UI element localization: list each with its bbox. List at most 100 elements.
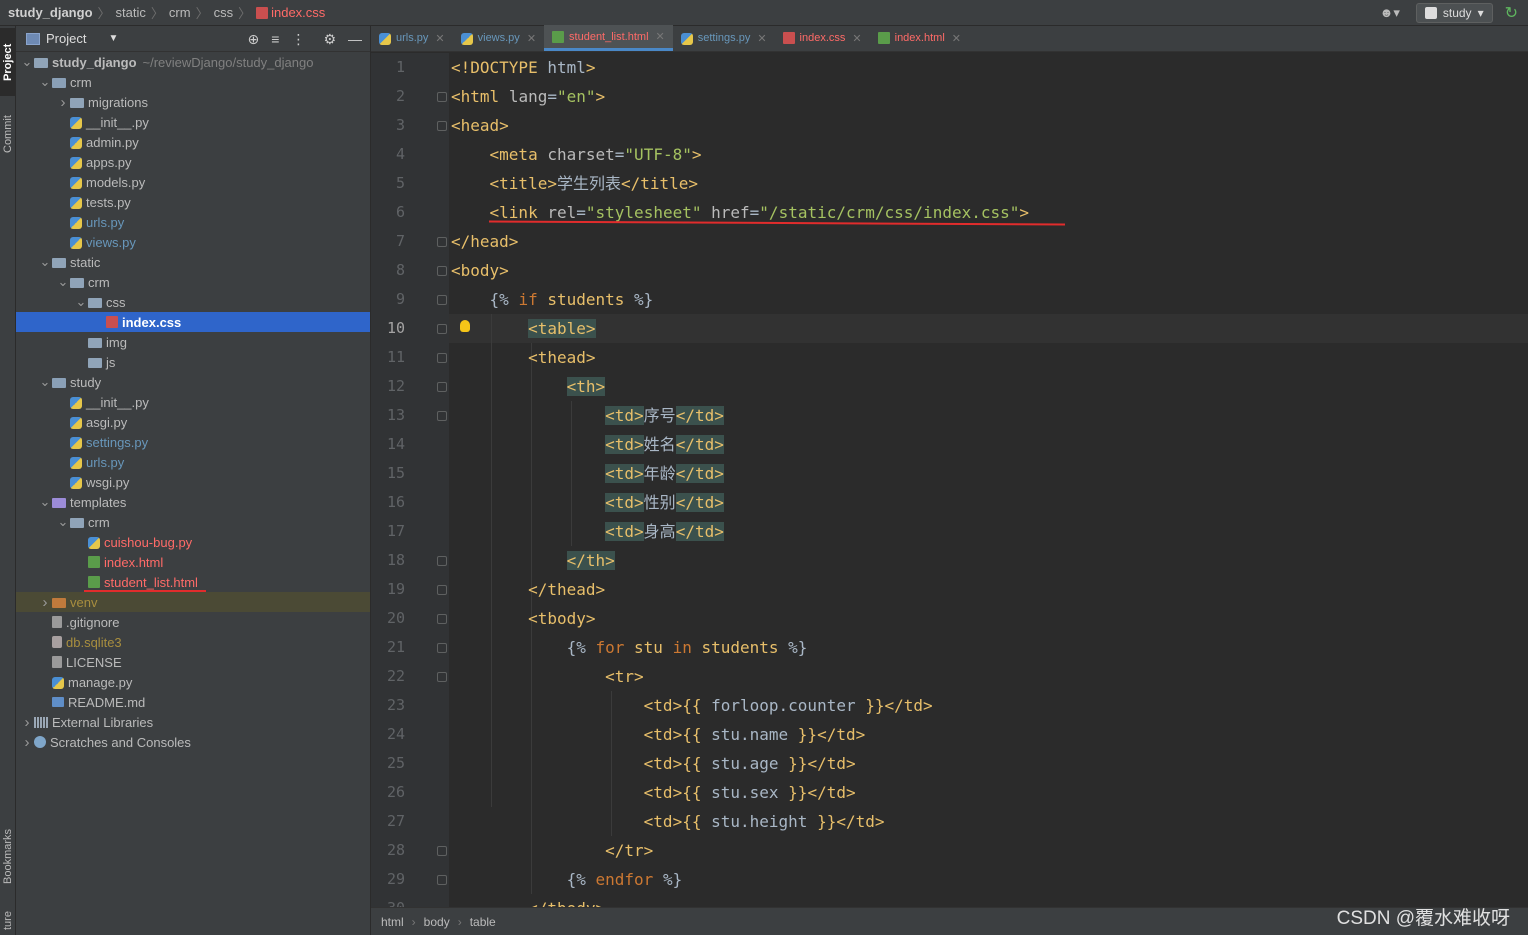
tree-item[interactable]: › Scratches and Consoles	[16, 732, 370, 752]
tree-item[interactable]: ⌄ crm	[16, 272, 370, 292]
code-line: </head>	[451, 232, 519, 251]
code-view[interactable]: <!DOCTYPE html> <html lang="en"> <head> <m…	[449, 53, 1528, 907]
expand-all-icon[interactable]: ≡	[271, 31, 279, 47]
breadcrumb-item-project[interactable]: study_django	[8, 5, 93, 20]
tree-item[interactable]: LICENSE	[16, 652, 370, 672]
close-icon[interactable]: ✕	[757, 32, 766, 45]
fold-marker-icon[interactable]	[437, 875, 447, 885]
chevron-down-icon[interactable]: ⌄	[38, 375, 52, 388]
tree-item[interactable]: urls.py	[16, 212, 370, 232]
editor-breadcrumb-body[interactable]: body	[424, 915, 450, 929]
hide-icon[interactable]: —	[348, 31, 362, 47]
chevron-down-icon[interactable]: ⌄	[56, 515, 70, 528]
tree-item[interactable]: db.sqlite3	[16, 632, 370, 652]
tree-item[interactable]: __init__.py	[16, 392, 370, 412]
fold-marker-icon[interactable]	[437, 585, 447, 595]
tree-item[interactable]: .gitignore	[16, 612, 370, 632]
tool-tab-bookmarks[interactable]: Bookmarks	[0, 816, 16, 896]
fold-marker-icon[interactable]	[437, 846, 447, 856]
chevron-down-icon[interactable]: ⌄	[56, 275, 70, 288]
chevron-down-icon[interactable]: ⌄	[74, 295, 88, 308]
user-account-icon[interactable]: ☻▾	[1380, 5, 1400, 21]
fold-marker-icon[interactable]	[437, 353, 447, 363]
editor-tab[interactable]: urls.py ✕	[371, 25, 453, 51]
fold-marker-icon[interactable]	[437, 324, 447, 334]
tree-item[interactable]: tests.py	[16, 192, 370, 212]
tree-item[interactable]: › migrations	[16, 92, 370, 112]
breadcrumb-item-css[interactable]: css	[214, 5, 234, 20]
chevron-right-icon[interactable]: ›	[56, 94, 70, 111]
chevron-right-icon[interactable]: ›	[20, 734, 34, 751]
tree-item[interactable]: asgi.py	[16, 412, 370, 432]
tree-item[interactable]: manage.py	[16, 672, 370, 692]
locate-icon[interactable]: ⊕	[248, 31, 260, 48]
project-icon	[26, 32, 40, 45]
tree-item[interactable]: admin.py	[16, 132, 370, 152]
fold-marker-icon[interactable]	[437, 411, 447, 421]
fold-marker-icon[interactable]	[437, 295, 447, 305]
tree-item[interactable]: index.html	[16, 552, 370, 572]
tree-item[interactable]: wsgi.py	[16, 472, 370, 492]
close-icon[interactable]: ✕	[656, 30, 665, 43]
editor-breadcrumb-table[interactable]: table	[470, 915, 496, 929]
tree-item[interactable]: img	[16, 332, 370, 352]
fold-marker-icon[interactable]	[437, 643, 447, 653]
editor-tab[interactable]: views.py ✕	[453, 25, 544, 51]
breadcrumb-item-crm[interactable]: crm	[169, 5, 191, 20]
tool-tab-structure[interactable]: ture	[0, 908, 16, 934]
tree-item[interactable]: ⌄ crm	[16, 72, 370, 92]
chevron-down-icon[interactable]: ⌄	[38, 75, 52, 88]
tree-item[interactable]: urls.py	[16, 452, 370, 472]
gear-icon[interactable]: ⚙	[323, 31, 336, 48]
tree-item[interactable]: __init__.py	[16, 112, 370, 132]
fold-marker-icon[interactable]	[437, 237, 447, 247]
editor-tab[interactable]: index.css ✕	[775, 25, 870, 51]
tree-item[interactable]: views.py	[16, 232, 370, 252]
tree-item[interactable]: cuishou-bug.py	[16, 532, 370, 552]
fold-marker-icon[interactable]	[437, 266, 447, 276]
close-icon[interactable]: ✕	[527, 32, 536, 45]
fold-marker-icon[interactable]	[437, 614, 447, 624]
chevron-down-icon[interactable]: ⌄	[38, 255, 52, 268]
fold-marker-icon[interactable]	[437, 672, 447, 682]
tree-item[interactable]: ⌄ crm	[16, 512, 370, 532]
chevron-right-icon[interactable]: ›	[38, 594, 52, 611]
tree-item[interactable]: ⌄ css	[16, 292, 370, 312]
tree-item[interactable]: apps.py	[16, 152, 370, 172]
close-icon[interactable]: ✕	[852, 32, 861, 45]
tree-item[interactable]: ⌄ static	[16, 252, 370, 272]
tree-item[interactable]: student_list.html	[16, 572, 370, 592]
tree-item[interactable]: settings.py	[16, 432, 370, 452]
update-icon[interactable]: ↻	[1505, 3, 1518, 23]
breadcrumb-item-static[interactable]: static	[116, 5, 146, 20]
tree-item[interactable]: ⌄ study_django ~/reviewDjango/study_django	[16, 52, 370, 72]
close-icon[interactable]: ✕	[435, 32, 444, 45]
project-view-selector[interactable]: Project ▼	[26, 31, 118, 46]
fold-marker-icon[interactable]	[437, 92, 447, 102]
editor-tab[interactable]: student_list.html ✕	[544, 25, 673, 51]
fold-marker-icon[interactable]	[437, 556, 447, 566]
editor-tab[interactable]: settings.py ✕	[673, 25, 775, 51]
tool-tab-project[interactable]: Project	[0, 28, 16, 96]
close-icon[interactable]: ✕	[952, 32, 961, 45]
tool-tab-commit[interactable]: Commit	[0, 102, 16, 166]
intention-bulb-icon[interactable]	[460, 320, 470, 332]
editor-breadcrumb-html[interactable]: html	[381, 915, 404, 929]
chevron-down-icon[interactable]: ⌄	[38, 495, 52, 508]
tree-item[interactable]: › venv	[16, 592, 370, 612]
tree-item[interactable]: ⌄ templates	[16, 492, 370, 512]
chevron-right-icon[interactable]: ›	[20, 714, 34, 731]
fold-marker-icon[interactable]	[437, 382, 447, 392]
collapse-all-icon[interactable]: ⋮	[291, 31, 305, 48]
chevron-down-icon[interactable]: ⌄	[20, 55, 34, 68]
tree-item[interactable]: ⌄ study	[16, 372, 370, 392]
fold-marker-icon[interactable]	[437, 121, 447, 131]
tree-item[interactable]: index.css	[16, 312, 370, 332]
tree-item[interactable]: README.md	[16, 692, 370, 712]
tree-item[interactable]: js	[16, 352, 370, 372]
breadcrumb-item-file[interactable]: index.css	[271, 5, 325, 20]
editor-tab[interactable]: index.html ✕	[870, 25, 969, 51]
run-configuration-select[interactable]: study ▾	[1415, 3, 1493, 23]
tree-item[interactable]: › External Libraries	[16, 712, 370, 732]
tree-item[interactable]: models.py	[16, 172, 370, 192]
